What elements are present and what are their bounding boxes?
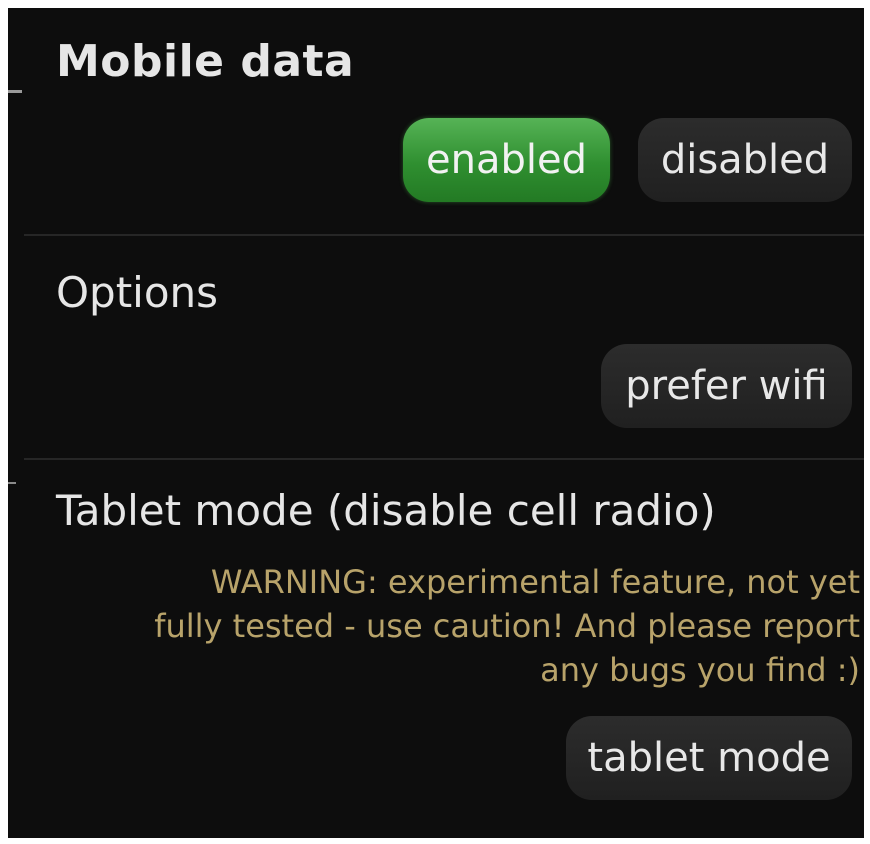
warning-text: WARNING: experimental feature, not yet f… [40,560,860,692]
tablet-mode-title: Tablet mode (disable cell radio) [56,486,716,535]
warning-line: WARNING: experimental feature, not yet [210,563,860,601]
disabled-button[interactable]: disabled [638,118,852,202]
section-divider [24,458,864,460]
edge-indicator [8,90,22,93]
edge-indicator-small [8,482,16,484]
prefer-wifi-button[interactable]: prefer wifi [601,344,852,428]
section-divider [24,234,864,236]
warning-line: fully tested - use caution! And please r… [154,607,860,645]
settings-screen: Mobile data enabled disabled Options pre… [8,8,864,838]
tablet-mode-button[interactable]: tablet mode [566,716,852,800]
mobile-data-title: Mobile data [56,36,355,87]
enabled-button[interactable]: enabled [403,118,610,202]
options-title: Options [56,268,219,317]
warning-line: any bugs you find :) [540,651,860,689]
